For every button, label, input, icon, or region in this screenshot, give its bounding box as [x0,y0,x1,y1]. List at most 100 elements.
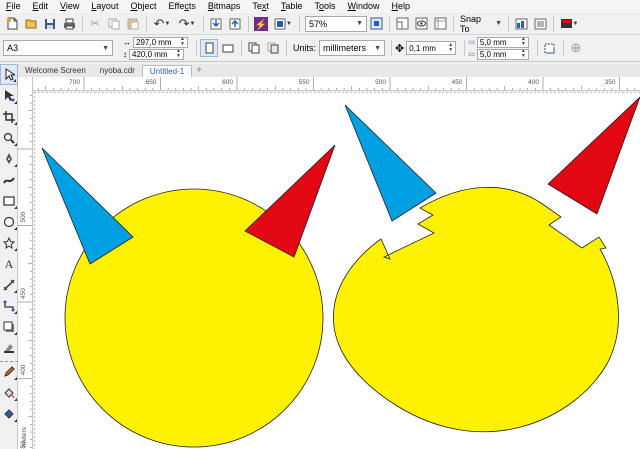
menu-bitmaps[interactable]: Bitmaps [202,0,247,13]
redo-icon[interactable]: ↷ ▼ [175,15,199,33]
menu-bar: File Edit View Layout Object Effects Bitmaps Te… [0,0,640,13]
horizontal-ruler[interactable]: 700 650 600 550 500 450 400 350 [33,77,640,91]
yellow-cut-circle-2[interactable] [333,186,619,433]
menu-help[interactable]: Help [385,0,416,13]
ruler-label: 500 [375,79,386,86]
page-size-dropdown[interactable]: A3 ▼ [3,40,113,56]
parallel-dimension-tool-icon[interactable] [0,274,18,295]
undo-icon[interactable]: ↶ ▼ [150,15,174,33]
landscape-icon[interactable] [219,39,237,57]
vertical-ruler[interactable]: 500 450 400 350 meters [18,77,33,449]
blue-horn-2[interactable] [344,104,437,222]
transparency-tool-icon[interactable] [0,337,18,358]
artistic-media-tool-icon[interactable] [0,169,18,190]
chevron-down-icon: ▼ [356,20,363,27]
separator [299,15,300,32]
freehand-tool-icon[interactable] [0,148,18,169]
welcome-screen-icon[interactable] [512,15,530,33]
ruler-label: 550 [299,79,310,86]
menu-window[interactable]: Window [341,0,385,13]
ruler-label: 500 [20,211,27,222]
units-dropdown[interactable]: millimeters ▼ [319,40,386,56]
rectangle-tool-icon[interactable] [0,190,18,211]
red-horn-2[interactable] [547,96,640,215]
ruler-label: 400 [528,79,539,86]
menu-layout[interactable]: Layout [85,0,124,13]
export-icon[interactable] [226,15,244,33]
page-height-input[interactable]: 420,0 mm ▲ ▼ [129,48,184,60]
separator [82,15,83,32]
duplicate-y-input[interactable]: 5,0 mm ▲ ▼ [476,48,529,60]
portrait-icon[interactable] [200,39,218,57]
menu-effects[interactable]: Effects [162,0,201,13]
print-icon[interactable] [60,15,78,33]
page-dimensions: ↔ 297,0 mm ▲ ▼ ↕ 420,0 mm ▲ ▼ [123,36,188,60]
new-icon[interactable] [3,15,21,33]
smart-fill-tool-icon[interactable] [0,403,18,424]
spin-arrows-icon: ▲ ▼ [520,48,526,59]
wireframe-icon[interactable] [412,15,430,33]
polygon-tool-icon[interactable] [0,232,18,253]
menu-file[interactable]: File [0,0,27,13]
color-eyedropper-tool-icon[interactable] [0,361,18,382]
menu-tools[interactable]: Tools [308,0,341,13]
page-width-value: 297,0 mm [136,37,172,47]
launch-icon[interactable]: ▼ [557,15,581,33]
save-icon[interactable] [41,15,59,33]
drawing-area [34,92,640,449]
text-tool-icon[interactable]: A [0,253,18,274]
menu-object[interactable]: Object [124,0,162,13]
menu-view[interactable]: View [54,0,85,13]
tab-nyoba-cdr[interactable]: nyoba.cdr [93,65,142,77]
paste-icon[interactable] [124,15,142,33]
crop-tool-icon[interactable] [0,106,18,127]
menu-table[interactable]: Table [275,0,309,13]
page-size-value: A3 [7,43,19,53]
all-pages-icon[interactable] [245,39,263,57]
shape-tool-icon[interactable] [0,85,18,106]
separator [562,40,564,56]
publish-pdf-icon[interactable]: ⚡ [252,15,270,33]
copy-icon[interactable] [105,15,123,33]
rulers-icon[interactable] [431,15,449,33]
separator [508,15,509,32]
ruler-label: 350 [605,79,616,86]
full-screen-icon[interactable] [393,15,411,33]
page-width-input[interactable]: 297,0 mm ▲ ▼ [133,36,188,48]
chevron-down-icon: ▼ [495,20,502,27]
connector-tool-icon[interactable] [0,295,18,316]
cut-icon[interactable]: ✂ [86,15,104,33]
drawing-canvas[interactable] [34,92,640,449]
import-icon[interactable] [207,15,225,33]
current-page-icon[interactable] [264,39,282,57]
options-icon[interactable] [531,15,549,33]
zoom-tool-icon[interactable] [0,127,18,148]
separator [196,40,197,56]
separator [248,15,249,32]
tab-welcome-screen[interactable]: Welcome Screen [18,65,93,77]
interactive-fill-tool-icon[interactable] [0,382,18,403]
separator [146,15,147,32]
duplicate-x-input[interactable]: 5,0 mm ▲ ▼ [476,36,529,48]
property-bar: A3 ▼ ↔ 297,0 mm ▲ ▼ ↕ 420,0 mm ▲ ▼ Units: milli… [0,35,640,62]
application-launcher-icon[interactable]: ▼ [271,15,295,33]
menu-edit[interactable]: Edit [27,0,55,13]
treat-as-filled-icon[interactable] [541,39,559,57]
add-tab-icon[interactable]: + [192,65,206,77]
zoom-level-combo[interactable]: 57% ▼ [305,15,367,32]
add-property-icon[interactable]: ⊕ [567,39,585,57]
nudge-distance-input[interactable]: 0,1 mm ▲ ▼ [406,41,457,55]
pick-tool-icon[interactable] [0,64,18,85]
zoom-to-page-icon[interactable] [367,15,385,33]
menu-text[interactable]: Text [246,0,275,13]
separator [391,40,393,56]
vertical-ruler-ticks: 500450400350meters [18,95,32,449]
ruler-label: 400 [20,364,27,375]
ellipse-tool-icon[interactable] [0,211,18,232]
tab-untitled-1[interactable]: Untitled-1 [141,65,193,77]
open-icon[interactable] [22,15,40,33]
drop-shadow-tool-icon[interactable] [0,316,18,337]
snap-to-dropdown[interactable]: Snap To ▼ [457,14,505,34]
chevron-down-icon: ▼ [374,44,382,52]
duplicate-x-icon: ▭ [468,39,475,46]
